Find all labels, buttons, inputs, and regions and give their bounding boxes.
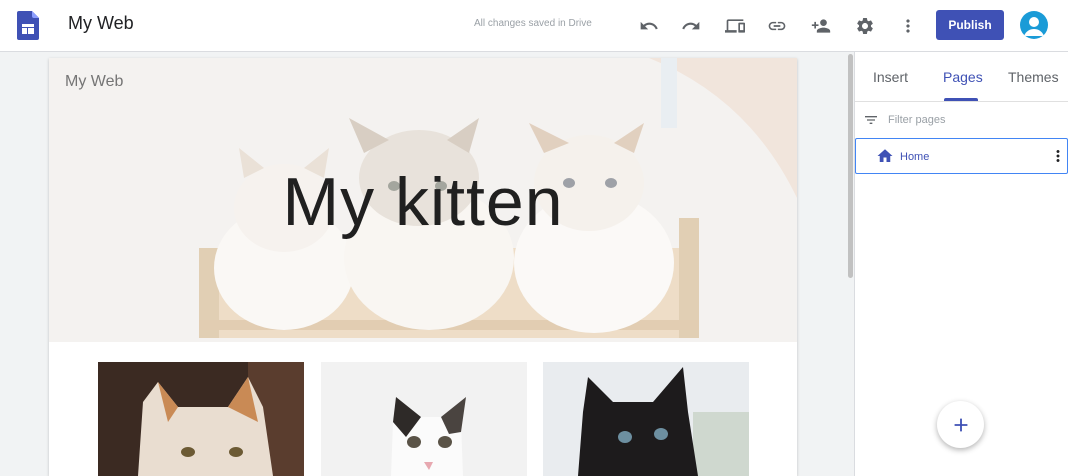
save-status: All changes saved in Drive — [474, 18, 592, 29]
filter-icon — [865, 116, 877, 124]
settings-button[interactable] — [852, 13, 878, 39]
publish-button[interactable]: Publish — [936, 10, 1004, 40]
account-icon — [1024, 17, 1044, 36]
tab-pages[interactable]: Pages — [943, 69, 983, 85]
undo-button[interactable] — [636, 13, 662, 39]
share-button[interactable] — [808, 13, 834, 39]
tab-insert[interactable]: Insert — [873, 69, 908, 85]
preview-button[interactable] — [722, 13, 748, 39]
plus-icon — [954, 418, 967, 431]
undo-icon — [640, 21, 658, 30]
share-icon — [811, 19, 831, 33]
redo-button[interactable] — [678, 13, 704, 39]
more-vert-icon[interactable] — [1049, 147, 1067, 165]
add-page-button[interactable] — [937, 401, 984, 448]
tab-themes[interactable]: Themes — [1008, 69, 1059, 85]
avatar[interactable] — [1020, 11, 1048, 39]
more-vert-icon — [906, 19, 910, 33]
site-name[interactable]: My Web — [65, 73, 123, 91]
preview-icon — [725, 19, 745, 33]
page-item-home[interactable]: Home — [855, 138, 1068, 174]
panel-tabs: Insert Pages Themes — [855, 52, 1068, 102]
app-title[interactable]: My Web — [68, 13, 134, 34]
kitten-tabby-image — [321, 362, 527, 476]
gear-icon — [857, 17, 873, 34]
home-icon — [877, 149, 893, 162]
hero-title[interactable]: My kitten — [49, 163, 797, 241]
kitten-photo-1[interactable] — [98, 362, 304, 476]
insert-link-button[interactable] — [764, 13, 790, 39]
site-canvas: My Web My kitten — [49, 58, 797, 476]
active-tab-indicator — [944, 98, 978, 101]
filter-pages-placeholder[interactable]: Filter pages — [888, 114, 945, 126]
link-icon — [768, 21, 786, 31]
google-sites-logo-icon[interactable] — [17, 11, 39, 40]
kitten-photo-3[interactable] — [543, 362, 749, 476]
hero-section[interactable]: My Web My kitten — [49, 58, 797, 342]
redo-icon — [682, 21, 700, 30]
canvas-scrollbar-thumb[interactable] — [848, 54, 853, 278]
page-item-label: Home — [900, 151, 930, 163]
top-bar: My Web All changes saved in Drive Publis… — [0, 0, 1068, 52]
filter-pages[interactable]: Filter pages — [863, 110, 1063, 130]
kitten-photo-2[interactable] — [321, 362, 527, 476]
kitten-ginger-image — [98, 362, 304, 476]
more-options-button[interactable] — [895, 13, 921, 39]
kitten-black-image — [543, 362, 749, 476]
